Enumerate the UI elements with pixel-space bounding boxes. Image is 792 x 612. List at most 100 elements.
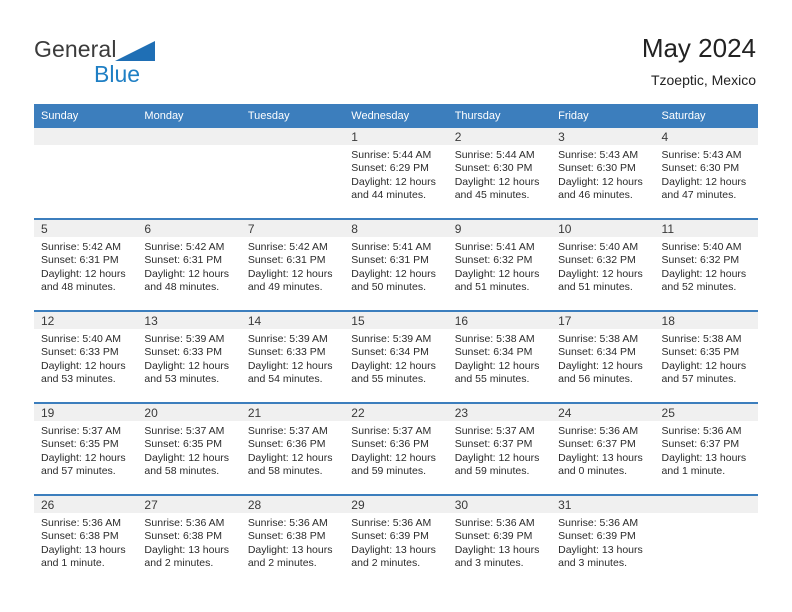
day-sunset-text: Sunset: 6:31 PM	[41, 254, 119, 267]
day-daylight-line-text: Daylight: 12 hours	[454, 359, 540, 372]
day-sunset-text: Sunset: 6:36 PM	[247, 438, 326, 451]
day-daylight-line-text: and 58 minutes.	[247, 465, 323, 478]
calendar-day-cell[interactable]: 10 Sunrise: 5:40 AM Sunset: 6:32 PM Dayligh…	[551, 218, 655, 311]
calendar-grid: Sunday Monday Tuesday Wednesday Thursday…	[34, 104, 758, 586]
page-title: May 2024	[641, 33, 756, 63]
day-cell-inner: 24 Sunrise: 5:36 AM Sunset: 6:37 PM Dayligh…	[551, 404, 655, 494]
day-cell-inner: 17 Sunrise: 5:38 AM Sunset: 6:34 PM Dayligh…	[551, 312, 655, 402]
day-sunrise-text: Sunrise: 5:37 AM	[144, 425, 225, 437]
day-details: Sunrise: 5:39 AM Sunset: 6:34 PM Daylight:…	[344, 329, 447, 387]
calendar-week-row: 26 Sunrise: 5:36 AM Sunset: 6:38 PM Dayligh…	[34, 494, 758, 586]
calendar-day-cell[interactable]: 19 Sunrise: 5:37 AM Sunset: 6:35 PM Dayligh…	[34, 402, 138, 495]
calendar-day-cell[interactable]: 22 Sunrise: 5:37 AM Sunset: 6:36 PM Dayligh…	[344, 402, 448, 495]
calendar-day-cell[interactable]: 7 Sunrise: 5:42 AM Sunset: 6:31 PM Daylight…	[240, 218, 345, 311]
calendar-day-cell[interactable]: 9 Sunrise: 5:41 AM Sunset: 6:32 PM Daylight…	[447, 218, 552, 311]
day-number: 11	[654, 220, 758, 237]
calendar-day-cell-empty	[137, 128, 241, 219]
calendar-day-cell[interactable]: 26 Sunrise: 5:36 AM Sunset: 6:38 PM Dayligh…	[34, 494, 138, 586]
calendar-day-cell[interactable]: 27 Sunrise: 5:36 AM Sunset: 6:38 PM Dayligh…	[137, 494, 241, 586]
day-number: 21	[240, 404, 345, 421]
day-sunset-text: Sunset: 6:30 PM	[661, 162, 740, 175]
day-daylight-line-text: Daylight: 12 hours	[351, 267, 436, 280]
calendar-day-cell[interactable]: 12 Sunrise: 5:40 AM Sunset: 6:33 PM Dayligh…	[34, 310, 138, 403]
calendar-week-row: 19 Sunrise: 5:37 AM Sunset: 6:35 PM Dayligh…	[34, 402, 758, 495]
day-sunset-text: Sunset: 6:31 PM	[247, 254, 326, 267]
calendar-day-cell[interactable]: 3 Sunrise: 5:43 AM Sunset: 6:30 PM Daylight…	[551, 128, 655, 219]
day-daylight-line-text: Daylight: 12 hours	[247, 267, 333, 280]
day-details: Sunrise: 5:38 AM Sunset: 6:34 PM Daylight:…	[448, 329, 551, 387]
day-sunrise-text: Sunrise: 5:43 AM	[661, 149, 742, 161]
calendar-day-cell[interactable]: 17 Sunrise: 5:38 AM Sunset: 6:34 PM Dayligh…	[551, 310, 655, 403]
day-daylight-line-text: Daylight: 12 hours	[661, 175, 747, 188]
calendar-day-cell[interactable]: 25 Sunrise: 5:36 AM Sunset: 6:37 PM Dayligh…	[654, 402, 758, 495]
day-daylight-line-text: Daylight: 13 hours	[454, 543, 540, 556]
day-daylight-line-text: Daylight: 13 hours	[558, 543, 643, 556]
calendar-day-cell[interactable]: 6 Sunrise: 5:42 AM Sunset: 6:31 PM Daylight…	[137, 218, 241, 311]
calendar-day-cell[interactable]: 15 Sunrise: 5:39 AM Sunset: 6:34 PM Dayligh…	[344, 310, 448, 403]
calendar-day-cell[interactable]: 1 Sunrise: 5:44 AM Sunset: 6:29 PM Daylight…	[344, 128, 448, 219]
calendar-day-cell[interactable]: 5 Sunrise: 5:42 AM Sunset: 6:31 PM Daylight…	[34, 218, 138, 311]
day-number: 1	[344, 128, 448, 145]
calendar-day-cell[interactable]: 21 Sunrise: 5:37 AM Sunset: 6:36 PM Dayligh…	[240, 402, 345, 495]
day-cell-inner: 1 Sunrise: 5:44 AM Sunset: 6:29 PM Daylight…	[344, 128, 448, 218]
calendar-day-cell[interactable]: 20 Sunrise: 5:37 AM Sunset: 6:35 PM Dayligh…	[137, 402, 241, 495]
day-cell-inner: 19 Sunrise: 5:37 AM Sunset: 6:35 PM Dayligh…	[34, 404, 138, 494]
weekday-header-wednesday: Wednesday	[344, 104, 448, 128]
day-number: 16	[447, 312, 552, 329]
day-details: Sunrise: 5:36 AM Sunset: 6:38 PM Daylight:…	[137, 513, 240, 571]
day-sunset-text: Sunset: 6:32 PM	[661, 254, 740, 267]
day-cell-inner: 22 Sunrise: 5:37 AM Sunset: 6:36 PM Dayligh…	[344, 404, 448, 494]
calendar-day-cell[interactable]: 29 Sunrise: 5:36 AM Sunset: 6:39 PM Dayligh…	[344, 494, 448, 586]
day-details: Sunrise: 5:39 AM Sunset: 6:33 PM Daylight:…	[137, 329, 240, 387]
day-sunset-text: Sunset: 6:35 PM	[144, 438, 223, 451]
day-cell-inner: 16 Sunrise: 5:38 AM Sunset: 6:34 PM Dayligh…	[447, 312, 552, 402]
day-sunrise-text: Sunrise: 5:37 AM	[454, 425, 535, 437]
calendar-day-cell[interactable]: 28 Sunrise: 5:36 AM Sunset: 6:38 PM Dayligh…	[240, 494, 345, 586]
calendar-day-cell[interactable]: 4 Sunrise: 5:43 AM Sunset: 6:30 PM Daylight…	[654, 128, 758, 219]
day-details: Sunrise: 5:37 AM Sunset: 6:36 PM Daylight:…	[241, 421, 344, 479]
day-sunrise-text: Sunrise: 5:38 AM	[661, 333, 742, 345]
day-daylight-line-text: and 51 minutes.	[558, 281, 633, 294]
day-sunrise-text: Sunrise: 5:36 AM	[454, 517, 535, 529]
calendar-day-cell[interactable]: 8 Sunrise: 5:41 AM Sunset: 6:31 PM Daylight…	[344, 218, 448, 311]
calendar-day-cell[interactable]: 24 Sunrise: 5:36 AM Sunset: 6:37 PM Dayligh…	[551, 402, 655, 495]
calendar-day-cell[interactable]: 2 Sunrise: 5:44 AM Sunset: 6:30 PM Daylight…	[447, 128, 552, 219]
calendar-day-cell[interactable]: 14 Sunrise: 5:39 AM Sunset: 6:33 PM Dayligh…	[240, 310, 345, 403]
calendar-day-cell[interactable]: 18 Sunrise: 5:38 AM Sunset: 6:35 PM Dayligh…	[654, 310, 758, 403]
calendar-day-cell[interactable]: 30 Sunrise: 5:36 AM Sunset: 6:39 PM Dayligh…	[447, 494, 552, 586]
day-number: 31	[551, 496, 655, 513]
calendar-day-cell[interactable]: 23 Sunrise: 5:37 AM Sunset: 6:37 PM Dayligh…	[447, 402, 552, 495]
day-cell-inner: 15 Sunrise: 5:39 AM Sunset: 6:34 PM Dayligh…	[344, 312, 448, 402]
calendar-day-cell[interactable]: 31 Sunrise: 5:36 AM Sunset: 6:39 PM Dayligh…	[551, 494, 655, 586]
day-daylight-line-text: and 1 minute.	[41, 557, 105, 570]
day-cell-inner: 6 Sunrise: 5:42 AM Sunset: 6:31 PM Daylight…	[137, 220, 241, 310]
day-sunrise-text: Sunrise: 5:38 AM	[558, 333, 639, 345]
day-daylight-line-text: Daylight: 12 hours	[41, 451, 126, 464]
day-number: 13	[137, 312, 241, 329]
day-details: Sunrise: 5:41 AM Sunset: 6:31 PM Daylight:…	[344, 237, 447, 295]
day-daylight-line-text: and 3 minutes.	[558, 557, 627, 570]
day-sunset-text: Sunset: 6:39 PM	[454, 530, 533, 543]
day-number: 19	[34, 404, 138, 421]
calendar-day-cell[interactable]: 11 Sunrise: 5:40 AM Sunset: 6:32 PM Dayligh…	[654, 218, 758, 311]
day-daylight-line-text: and 50 minutes.	[351, 281, 426, 294]
day-sunset-text: Sunset: 6:32 PM	[454, 254, 533, 267]
day-sunrise-text: Sunrise: 5:37 AM	[351, 425, 432, 437]
day-sunrise-text: Sunrise: 5:39 AM	[247, 333, 328, 345]
calendar-day-cell[interactable]: 13 Sunrise: 5:39 AM Sunset: 6:33 PM Dayligh…	[137, 310, 241, 403]
day-daylight-line-text: and 44 minutes.	[351, 189, 426, 202]
day-daylight-line-text: and 56 minutes.	[558, 373, 633, 386]
calendar-day-cell[interactable]: 16 Sunrise: 5:38 AM Sunset: 6:34 PM Dayligh…	[447, 310, 552, 403]
day-cell-inner	[240, 128, 345, 218]
page-subtitle-location: Tzoeptic, Mexico	[650, 72, 756, 88]
day-number: 12	[34, 312, 138, 329]
day-details: Sunrise: 5:37 AM Sunset: 6:35 PM Daylight:…	[34, 421, 137, 479]
day-daylight-line-text: and 52 minutes.	[661, 281, 737, 294]
day-cell-inner: 3 Sunrise: 5:43 AM Sunset: 6:30 PM Daylight…	[551, 128, 655, 218]
day-sunset-text: Sunset: 6:34 PM	[558, 346, 636, 359]
day-number: 7	[240, 220, 345, 237]
brand-logo[interactable]: General Blue	[34, 36, 294, 96]
day-number	[137, 128, 241, 145]
day-number: 28	[240, 496, 345, 513]
weekday-header-saturday: Saturday	[654, 104, 758, 128]
